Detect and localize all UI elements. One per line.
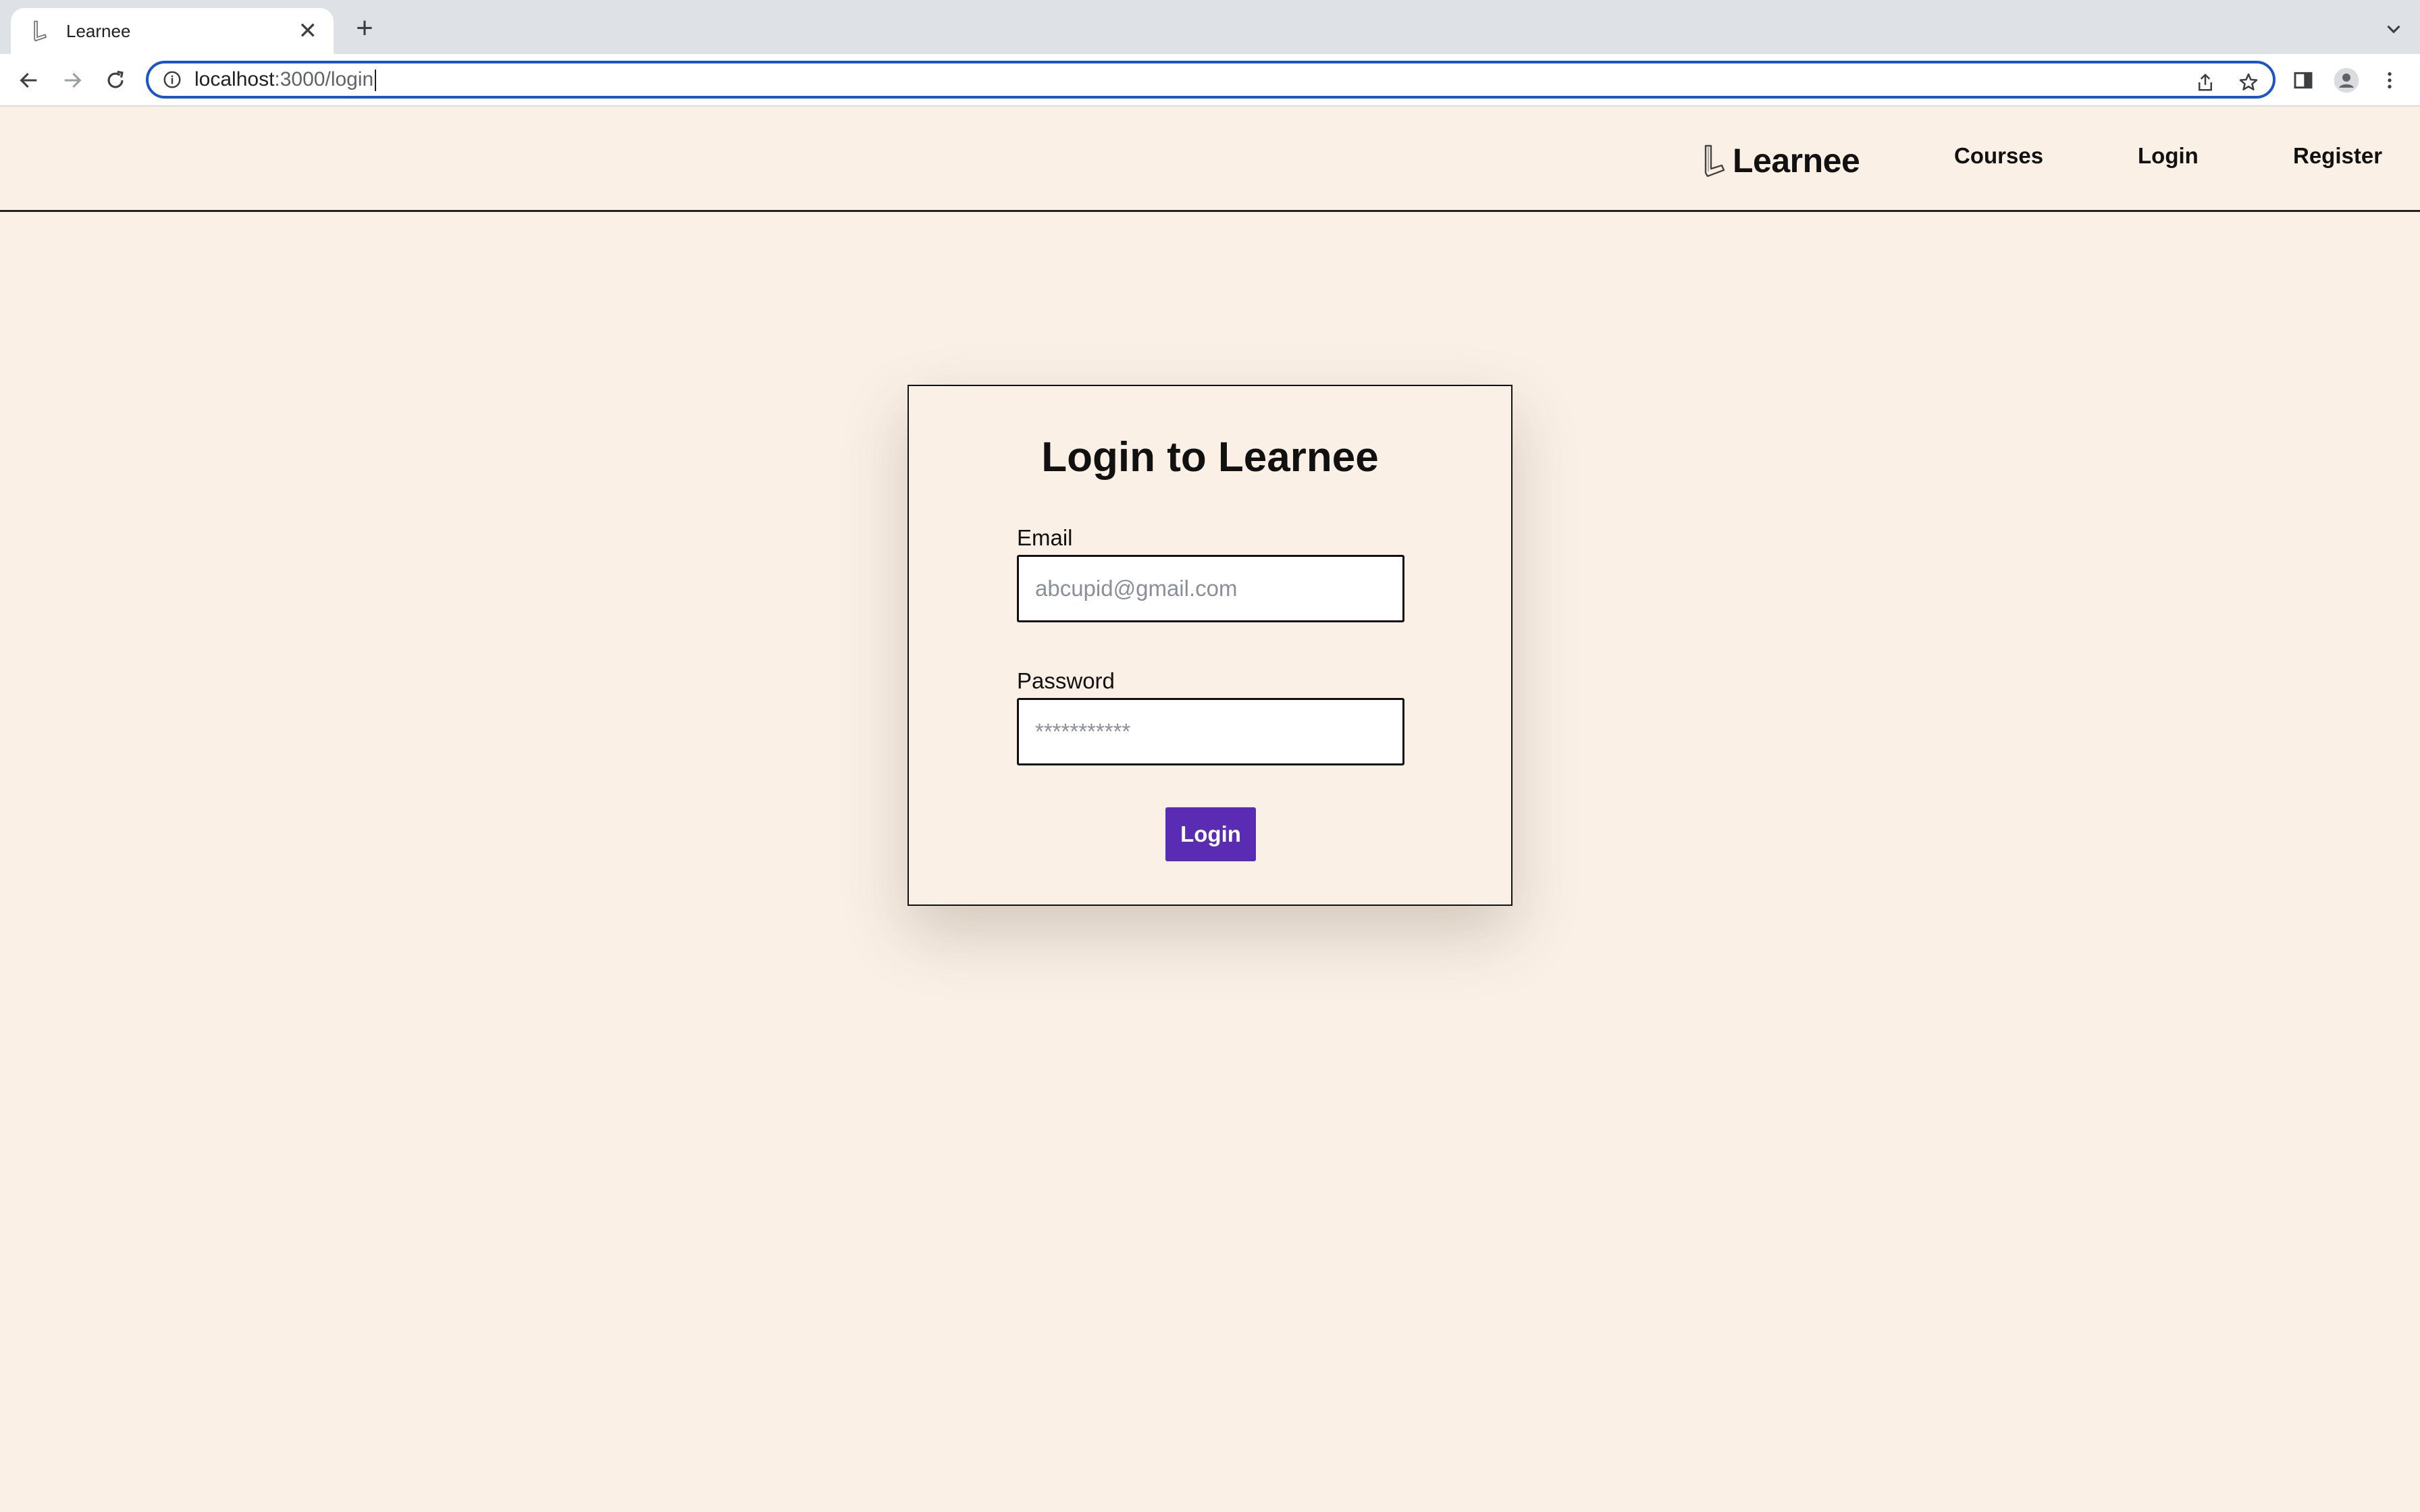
side-panel-icon — [2294, 72, 2313, 89]
avatar-icon — [2334, 68, 2359, 93]
brand-name: Learnee — [1733, 142, 1860, 180]
more-vertical-icon — [2388, 72, 2392, 88]
brand-link[interactable]: Learnee — [1700, 140, 1860, 181]
login-card: Login to Learnee Email Password Login — [908, 385, 1512, 906]
login-button[interactable]: Login — [1165, 807, 1256, 861]
share-icon — [2199, 73, 2212, 91]
reload-button[interactable] — [100, 65, 131, 96]
nav-link-courses[interactable]: Courses — [1954, 143, 2043, 169]
url-text[interactable]: localhost:3000/login — [194, 68, 377, 92]
site-info-icon[interactable] — [162, 70, 182, 90]
login-title: Login to Learnee — [1041, 434, 1379, 481]
bookmark-button[interactable] — [2235, 69, 2262, 96]
star-icon — [2239, 73, 2258, 90]
url-path: :3000/login — [274, 68, 374, 90]
site-header: Learnee — [0, 107, 2420, 212]
back-button[interactable] — [14, 65, 45, 96]
tab-list-chevron-down-icon[interactable] — [2382, 18, 2405, 40]
menu-button[interactable] — [2374, 65, 2405, 96]
reload-icon — [107, 70, 124, 88]
tab-close-icon[interactable]: ✕ — [298, 20, 318, 43]
text-cursor — [375, 70, 377, 92]
arrow-left-icon — [20, 72, 37, 88]
tab-title: Learnee — [66, 20, 131, 41]
address-bar[interactable]: localhost:3000/login — [146, 61, 2276, 99]
new-tab-button[interactable]: + — [351, 14, 378, 43]
browser-tab[interactable]: Learnee ✕ — [11, 8, 334, 54]
browser-toolbar: localhost:3000/login — [0, 54, 2420, 107]
email-input[interactable] — [1017, 555, 1404, 622]
side-panel-button[interactable] — [2288, 65, 2319, 96]
password-label: Password — [1017, 668, 1115, 693]
password-input[interactable] — [1017, 698, 1404, 765]
nav-link-register[interactable]: Register — [2293, 143, 2382, 169]
nav-link-login[interactable]: Login — [2138, 143, 2199, 169]
profile-button[interactable] — [2331, 65, 2362, 96]
email-label: Email — [1017, 525, 1073, 550]
arrow-right-icon — [64, 72, 82, 88]
learnee-logo-icon — [1704, 144, 1725, 178]
browser-tabstrip: Learnee ✕ + — [0, 0, 2420, 54]
share-button[interactable] — [2192, 69, 2219, 96]
url-host: localhost — [194, 68, 275, 90]
learnee-favicon-icon — [34, 20, 47, 42]
forward-button[interactable] — [57, 65, 88, 96]
